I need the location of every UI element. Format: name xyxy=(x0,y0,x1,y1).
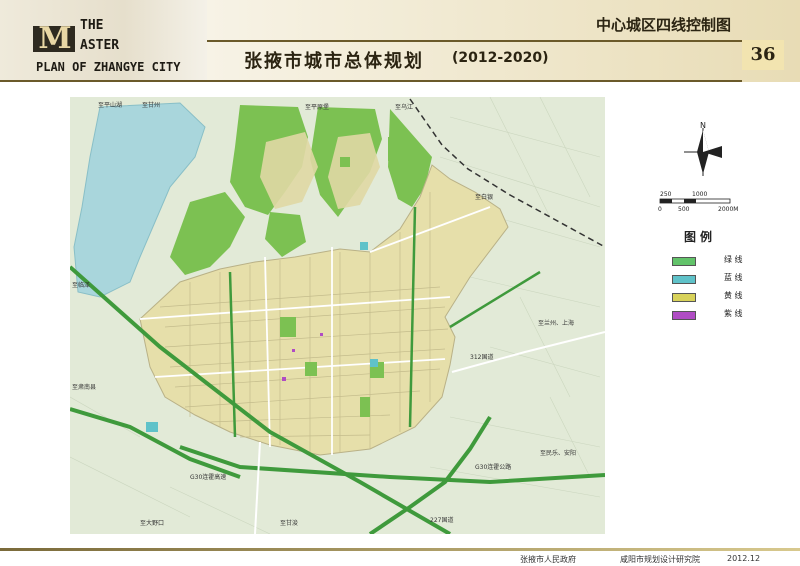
road-label: 至民乐、安阳 xyxy=(540,449,576,457)
road-label: 至乌江 xyxy=(395,103,413,111)
scale-label: 250 xyxy=(660,191,672,198)
logo-line-1: THE xyxy=(80,18,104,33)
legend-swatch xyxy=(672,275,696,284)
legend-item-blue: 蓝 线 xyxy=(672,273,762,284)
road-label: G30连霍高速 xyxy=(190,473,226,481)
north-arrow-icon: N xyxy=(684,121,722,176)
logo-mark: M xyxy=(33,24,75,54)
plan-years: (2012-2020) xyxy=(452,50,549,66)
legend-label: 蓝 线 xyxy=(724,273,743,282)
road-label: 227国道 xyxy=(430,516,453,524)
north-label: N xyxy=(700,121,706,130)
road-label: 至兰州、上海 xyxy=(538,319,574,327)
legend-label: 绿 线 xyxy=(724,255,743,264)
scale-label: 0 xyxy=(658,206,662,213)
legend-swatch xyxy=(672,311,696,320)
legend-label: 紫 线 xyxy=(724,309,743,318)
road-label: 至临泽 xyxy=(72,281,90,289)
road-label: 至肃南县 xyxy=(72,383,96,391)
scale-label: 500 xyxy=(678,206,690,213)
road-label: 至甘浚 xyxy=(280,519,298,527)
road-label: 至平原堡 xyxy=(305,103,329,111)
road-label: 至白银 xyxy=(475,193,493,201)
road-label: 312国道 xyxy=(470,353,493,361)
footer-rule xyxy=(0,548,800,551)
footer-institute: 咸阳市规划设计研究院 xyxy=(620,555,700,564)
header-rule-top xyxy=(207,40,742,42)
scale-label: 1000 xyxy=(692,191,707,198)
scale-label: 2000M xyxy=(718,206,738,213)
legend-item-purple: 紫 线 xyxy=(672,309,762,320)
scale-bar: 250 1000 0 500 2000M xyxy=(658,191,738,213)
road-label: G30连霍公路 xyxy=(475,463,511,471)
legend-swatch xyxy=(672,293,696,302)
road-label: 至大野口 xyxy=(140,519,164,527)
legend-label: 黄 线 xyxy=(724,291,743,300)
footer-date: 2012.12 xyxy=(727,554,761,563)
road-label: 至平山湖 xyxy=(98,101,122,109)
legend-title: 图例 xyxy=(684,230,717,244)
legend-item-yellow: 黄 线 xyxy=(672,291,762,302)
logo-line-2: ASTER xyxy=(80,38,120,53)
footer-government: 张掖市人民政府 xyxy=(520,555,576,564)
city-map: 至平山湖 至甘州 至平原堡 至乌江 至白银 至兰州、上海 312国道 至临泽 至… xyxy=(70,97,605,534)
page-title: 张掖市城市总体规划 xyxy=(244,51,424,72)
logo-line-3: PLAN OF ZHANGYE CITY xyxy=(36,60,181,74)
legend-swatch xyxy=(672,257,696,266)
sheet-subtitle: 中心城区四线控制图 xyxy=(596,16,732,34)
page-number: 36 xyxy=(742,40,784,70)
header-rule-bottom xyxy=(0,80,742,82)
legend-item-green: 绿 线 xyxy=(672,255,762,266)
road-label: 至甘州 xyxy=(142,101,160,109)
